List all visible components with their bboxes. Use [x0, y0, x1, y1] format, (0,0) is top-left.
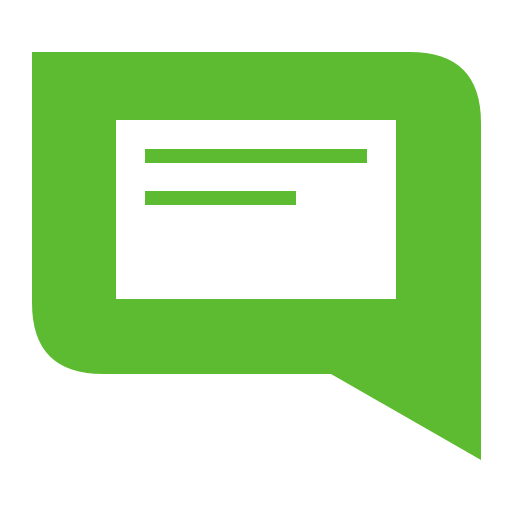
message-bubble-svg [32, 52, 481, 460]
message-line-1 [145, 149, 367, 163]
message-line-2 [145, 191, 296, 205]
message-card [116, 120, 396, 299]
message-bubble-icon [0, 0, 512, 512]
